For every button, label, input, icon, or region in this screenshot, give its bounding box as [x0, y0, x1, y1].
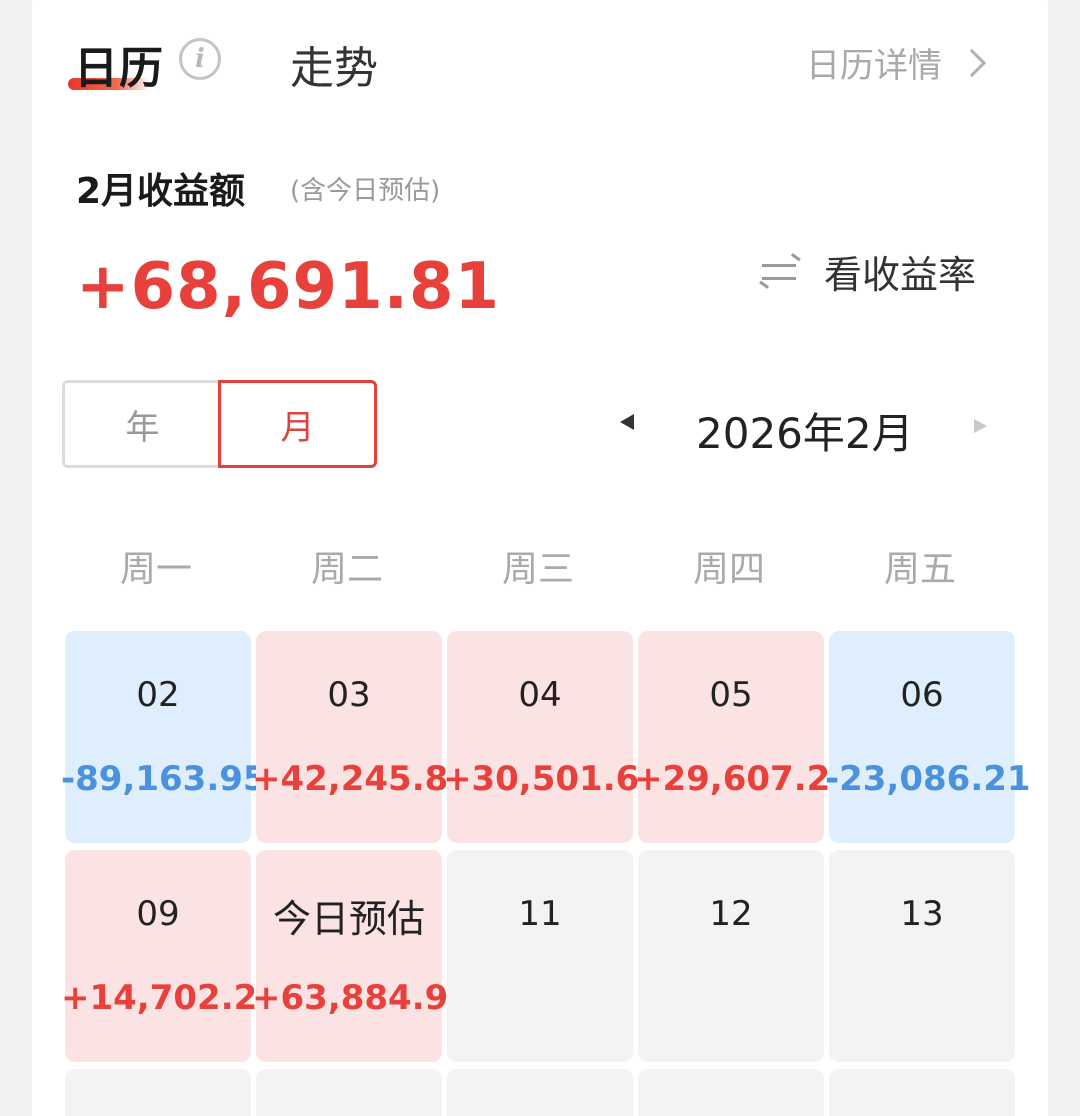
calendar-day-label: 今日预估	[272, 897, 425, 941]
calendar-day-label: 11	[518, 894, 562, 934]
calendar-day-label: 02	[136, 675, 180, 715]
calendar-day-value: +42,245.86	[252, 759, 472, 799]
calendar-day-value: -89,163.95	[61, 759, 267, 799]
calendar-day-cell[interactable]: 04 +30,501.64	[443, 631, 663, 843]
weekday-label: 周二	[310, 549, 383, 590]
calendar-day-value: +29,607.24	[634, 759, 854, 799]
calendar-day-value: +14,702.24	[61, 978, 281, 1018]
period-year-button[interactable]: 年	[62, 380, 220, 468]
calendar-day-value: -23,086.21	[825, 759, 1031, 799]
weekday-label: 周四	[692, 549, 765, 590]
calendar-day-cell[interactable]	[256, 1069, 442, 1116]
chevron-right-icon	[957, 48, 987, 77]
info-icon[interactable]: i	[179, 38, 221, 80]
weekday-label: 周三	[501, 549, 574, 590]
tab-trend[interactable]: 走势	[290, 32, 378, 96]
earnings-note: (含今日预估)	[290, 176, 441, 206]
calendar-day-cell[interactable]: 05 +29,607.24	[634, 631, 854, 843]
calendar-day-cell[interactable]: 09 +14,702.24	[61, 850, 281, 1062]
calendar-day-cell[interactable]	[65, 1069, 251, 1116]
calendar-day-label: 12	[709, 894, 753, 934]
weekday-label: 周五	[883, 549, 956, 590]
calendar-day-cell[interactable]: 02 -89,163.95	[61, 631, 267, 843]
calendar-day-label: 09	[136, 894, 180, 934]
calendar-day-cell[interactable]	[829, 1069, 1015, 1116]
weekday-label: 周一	[119, 549, 192, 590]
calendar-day-label: 13	[900, 894, 944, 934]
calendar-day-label: 06	[900, 675, 944, 715]
calendar-detail-label: 日历详情	[806, 46, 942, 86]
calendar-day-cell[interactable]: 11	[447, 850, 633, 1062]
calendar-day-cell[interactable]: 03 +42,245.86	[252, 631, 472, 843]
calendar-day-value: +63,884.99	[252, 978, 472, 1018]
earnings-title: 2月收益额	[76, 171, 246, 212]
calendar-day-value: +30,501.64	[443, 759, 663, 799]
calendar-day-cell[interactable]: 13	[829, 850, 1015, 1062]
next-month-icon[interactable]	[974, 419, 987, 433]
calendar-day-cell[interactable]: 今日预估 +63,884.99	[252, 850, 472, 1062]
calendar-day-cell[interactable]	[638, 1069, 824, 1116]
calendar-day-cell[interactable]	[447, 1069, 633, 1116]
calendar-day-label: 03	[327, 675, 371, 715]
tab-calendar[interactable]: 日历	[74, 32, 164, 96]
calendar-detail-link[interactable]: 日历详情	[806, 38, 987, 87]
switch-to-rate-button[interactable]: 看收益率	[759, 244, 977, 299]
switch-to-rate-label: 看收益率	[824, 253, 977, 297]
calendar-day-label: 04	[518, 675, 562, 715]
calendar-day-cell[interactable]: 12	[638, 850, 824, 1062]
prev-month-icon[interactable]	[620, 414, 634, 430]
calendar-day-label: 05	[709, 675, 753, 715]
calendar-day-cell[interactable]: 06 -23,086.21	[825, 631, 1031, 843]
swap-icon	[759, 252, 801, 289]
earnings-amount: +68,691.81	[76, 250, 500, 324]
period-month-button[interactable]: 月	[218, 380, 377, 468]
current-month-label: 2026年2月	[696, 409, 914, 458]
